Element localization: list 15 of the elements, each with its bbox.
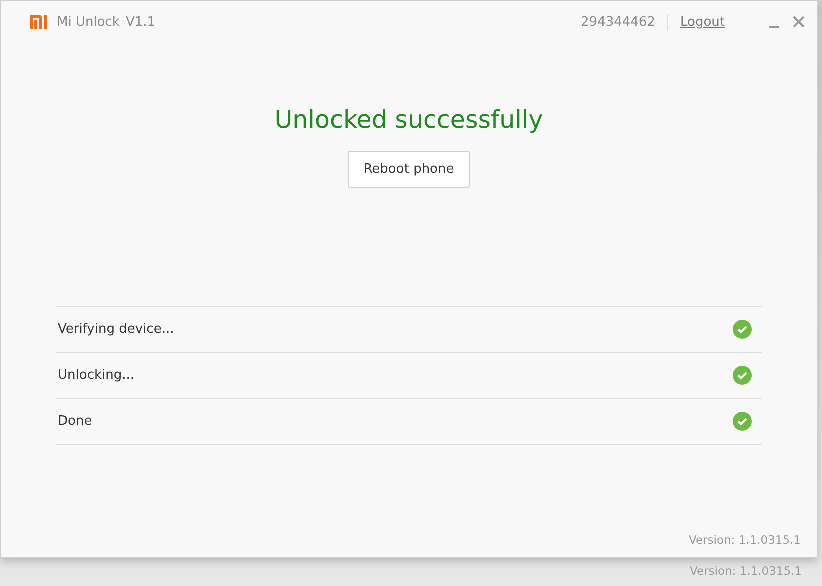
close-button[interactable] (793, 16, 805, 28)
app-version: V1.1 (126, 14, 156, 30)
reboot-button[interactable]: Reboot phone (348, 151, 470, 188)
status-message: Unlocked successfully (274, 105, 544, 134)
version-text: Version: 1.1.0315.1 (690, 564, 802, 578)
version-text: Version: 1.1.0315.1 (688, 533, 801, 547)
logo-icon (30, 15, 50, 29)
app-title: Mi Unlock (57, 14, 120, 30)
step-label: Verifying device... (58, 322, 174, 337)
close-icon (793, 16, 805, 28)
minimize-icon (769, 26, 779, 28)
account-id: 294344462 (581, 14, 656, 30)
logout-link[interactable]: Logout (680, 14, 725, 30)
step-label: Done (58, 414, 92, 429)
step-label: Unlocking... (58, 368, 134, 383)
